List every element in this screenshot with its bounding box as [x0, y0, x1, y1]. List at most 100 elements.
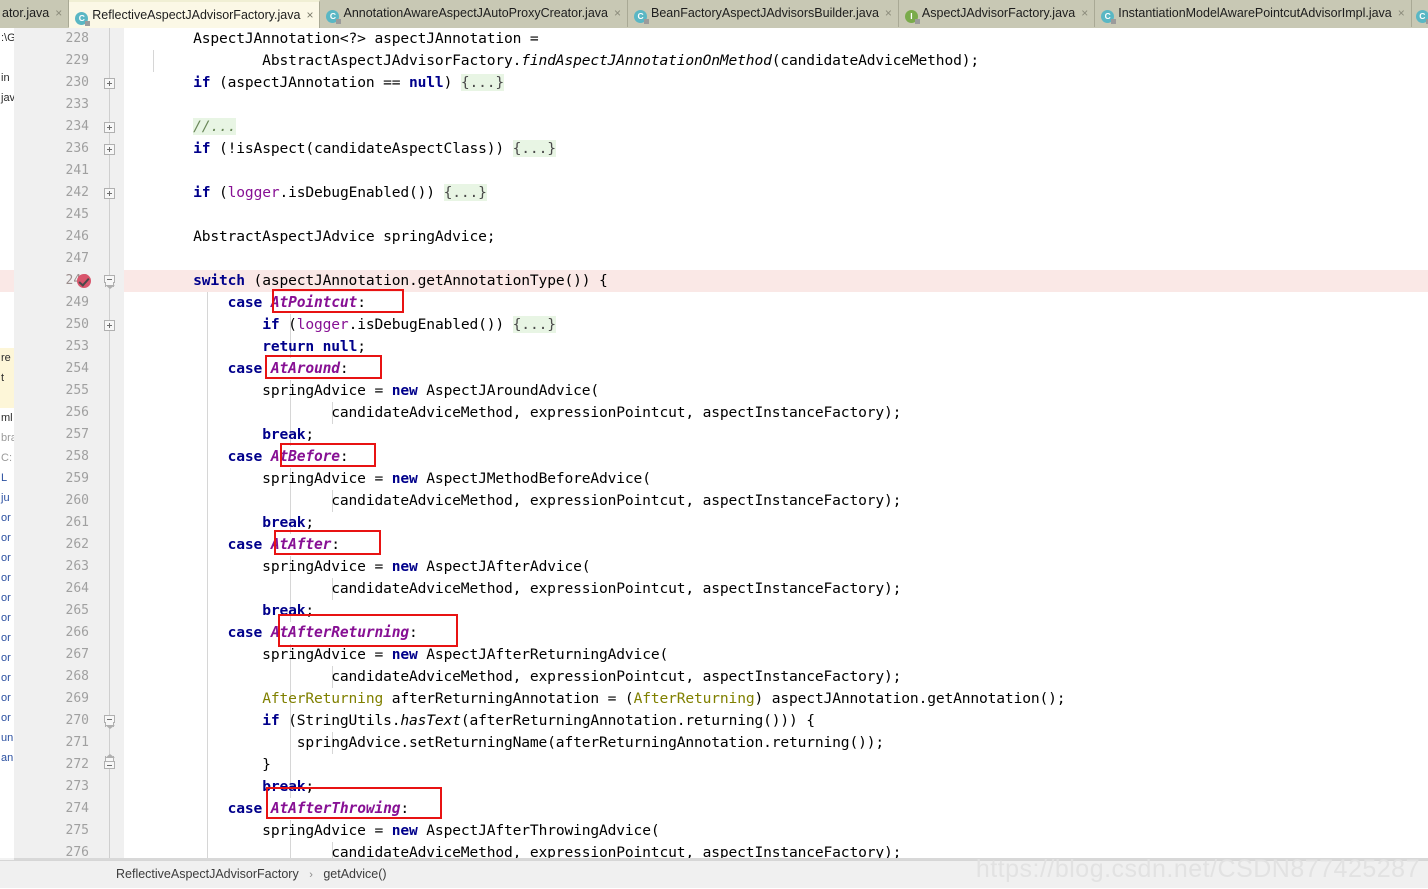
breadcrumb-method[interactable]: getAdvice() — [323, 867, 386, 881]
code-line[interactable]: break; — [124, 512, 1428, 534]
code-line[interactable]: AbstractAspectJAdvisorFactory.findAspect… — [124, 50, 1428, 72]
code-line-text: springAdvice.setReturningName(afterRetur… — [124, 734, 884, 751]
code-line[interactable]: springAdvice = new AspectJAfterAdvice( — [124, 556, 1428, 578]
code-line[interactable]: springAdvice.setReturningName(afterRetur… — [124, 732, 1428, 754]
close-icon[interactable]: × — [55, 0, 62, 27]
code-line-text: AbstractAspectJAdvice springAdvice; — [124, 228, 496, 245]
editor-tab-0[interactable]: ator.java × — [0, 0, 70, 27]
close-icon[interactable]: × — [1081, 0, 1088, 27]
line-number: 272 — [65, 757, 89, 772]
code-line-text: } — [124, 756, 271, 773]
code-line[interactable]: AbstractAspectJAdvice springAdvice; — [124, 226, 1428, 248]
code-line[interactable]: springAdvice = new AspectJAroundAdvice( — [124, 380, 1428, 402]
fold-toggle-icon[interactable] — [104, 754, 115, 769]
fold-toggle-icon[interactable] — [104, 122, 115, 133]
ghost-row: or — [1, 672, 11, 684]
code-line[interactable]: case AtPointcut: — [124, 292, 1428, 314]
ghost-row: ju — [1, 492, 10, 504]
line-number: 245 — [65, 207, 89, 222]
ghost-row: or — [1, 532, 11, 544]
close-icon[interactable]: × — [306, 2, 313, 28]
fold-toggle-icon[interactable] — [104, 275, 115, 289]
line-number: 228 — [65, 31, 89, 46]
code-line-text: AspectJAnnotation<?> aspectJAnnotation = — [124, 30, 539, 47]
code-line[interactable]: case AtAfterReturning: — [124, 622, 1428, 644]
code-line[interactable]: case AtAfterThrowing: — [124, 798, 1428, 820]
code-line-text: break; — [262, 426, 315, 443]
ghost-row — [0, 148, 14, 168]
line-number: 269 — [65, 691, 89, 706]
fold-toggle-icon[interactable] — [104, 188, 115, 199]
editor-tab-1[interactable]: C ReflectiveAspectJAdvisorFactory.java × — [69, 0, 321, 28]
code-line[interactable]: if (!isAspect(candidateAspectClass)) {..… — [124, 138, 1428, 160]
class-icon: C — [1415, 10, 1428, 24]
line-number: 229 — [65, 53, 89, 68]
code-line[interactable]: candidateAdviceMethod, expressionPointcu… — [124, 490, 1428, 512]
breadcrumb: ReflectiveAspectJAdvisorFactory › getAdv… — [116, 861, 387, 888]
editor-tab-label: AnnotationAwareAspectJAutoProxyCreator.j… — [343, 6, 608, 20]
breadcrumb-class[interactable]: ReflectiveAspectJAdvisorFactory — [116, 867, 299, 881]
code-line-text: AbstractAspectJAdvisorFactory.findAspect… — [124, 52, 979, 69]
indent-guide — [290, 754, 291, 776]
code-line[interactable]: return null; — [124, 336, 1428, 358]
code-line[interactable]: if (StringUtils.hasText(afterReturningAn… — [124, 710, 1428, 732]
code-text-area[interactable]: AspectJAnnotation<?> aspectJAnnotation =… — [124, 28, 1428, 860]
editor-tab-5[interactable]: C InstantiationModelAwarePointcutAdvisorI… — [1095, 0, 1412, 27]
ghost-row: un — [1, 732, 14, 744]
code-line[interactable]: AspectJAnnotation<?> aspectJAnnotation = — [124, 28, 1428, 50]
fold-toggle-icon[interactable] — [104, 715, 115, 729]
ghost-row — [0, 128, 14, 148]
code-line[interactable]: springAdvice = new AspectJAfterThrowingA… — [124, 820, 1428, 842]
code-line[interactable]: } — [124, 754, 1428, 776]
code-line[interactable]: break; — [124, 776, 1428, 798]
code-line-text: case AtAfterReturning: — [227, 624, 418, 641]
code-editor[interactable]: AspectJAnnotation<?> aspectJAnnotation =… — [14, 28, 1428, 860]
ghost-row: or — [1, 652, 11, 664]
code-line-text: if (logger.isDebugEnabled()) {...} — [262, 316, 556, 333]
code-line[interactable]: case AtAfter: — [124, 534, 1428, 556]
editor-tab-4[interactable]: I AspectJAdvisorFactory.java × — [898, 0, 1096, 27]
editor-tab-overflow[interactable]: C — [1412, 0, 1428, 27]
code-line[interactable]: candidateAdviceMethod, expressionPointcu… — [124, 666, 1428, 688]
line-number: 247 — [65, 251, 89, 266]
line-number: 234 — [65, 119, 89, 134]
code-line[interactable]: break; — [124, 600, 1428, 622]
fold-toggle-icon[interactable] — [104, 78, 115, 89]
class-icon: C — [634, 10, 650, 24]
ghost-row: :\G — [1, 32, 14, 44]
close-icon[interactable]: × — [1398, 0, 1405, 27]
code-line[interactable]: case AtBefore: — [124, 446, 1428, 468]
close-icon[interactable]: × — [885, 0, 892, 27]
fold-toggle-icon[interactable] — [104, 144, 115, 155]
code-line[interactable]: springAdvice = new AspectJMethodBeforeAd… — [124, 468, 1428, 490]
code-line[interactable] — [124, 248, 1428, 270]
code-line[interactable]: candidateAdviceMethod, expressionPointcu… — [124, 402, 1428, 424]
ghost-row: an — [1, 752, 14, 764]
ghost-row — [0, 188, 14, 208]
editor-tab-3[interactable]: C BeanFactoryAspectJAdvisorsBuilder.java × — [628, 0, 899, 27]
code-line[interactable]: candidateAdviceMethod, expressionPointcu… — [124, 578, 1428, 600]
code-line[interactable]: case AtAround: — [124, 358, 1428, 380]
code-line[interactable]: break; — [124, 424, 1428, 446]
code-line[interactable]: switch (aspectJAnnotation.getAnnotationT… — [124, 270, 1428, 292]
code-line[interactable] — [124, 160, 1428, 182]
code-line[interactable] — [124, 204, 1428, 226]
ghost-row — [0, 248, 14, 268]
breakpoint-icon[interactable] — [77, 274, 91, 288]
code-line[interactable]: if (logger.isDebugEnabled()) {...} — [124, 182, 1428, 204]
fold-toggle-icon[interactable] — [104, 320, 115, 331]
close-icon[interactable]: × — [614, 0, 621, 27]
line-number: 274 — [65, 801, 89, 816]
code-line[interactable]: AfterReturning afterReturningAnnotation … — [124, 688, 1428, 710]
code-line-text: springAdvice = new AspectJAfterReturning… — [124, 646, 669, 663]
code-line[interactable]: if (aspectJAnnotation == null) {...} — [124, 72, 1428, 94]
line-number: 266 — [65, 625, 89, 640]
ghost-row: or — [1, 572, 11, 584]
editor-tab-2[interactable]: C AnnotationAwareAspectJAutoProxyCreator.… — [320, 0, 629, 27]
line-number: 260 — [65, 493, 89, 508]
code-line[interactable]: springAdvice = new AspectJAfterReturning… — [124, 644, 1428, 666]
watermark-text: https://blog.csdn.net/CSDN877425287 — [975, 855, 1420, 883]
code-line[interactable]: if (logger.isDebugEnabled()) {...} — [124, 314, 1428, 336]
code-line[interactable]: //... — [124, 116, 1428, 138]
code-line[interactable] — [124, 94, 1428, 116]
